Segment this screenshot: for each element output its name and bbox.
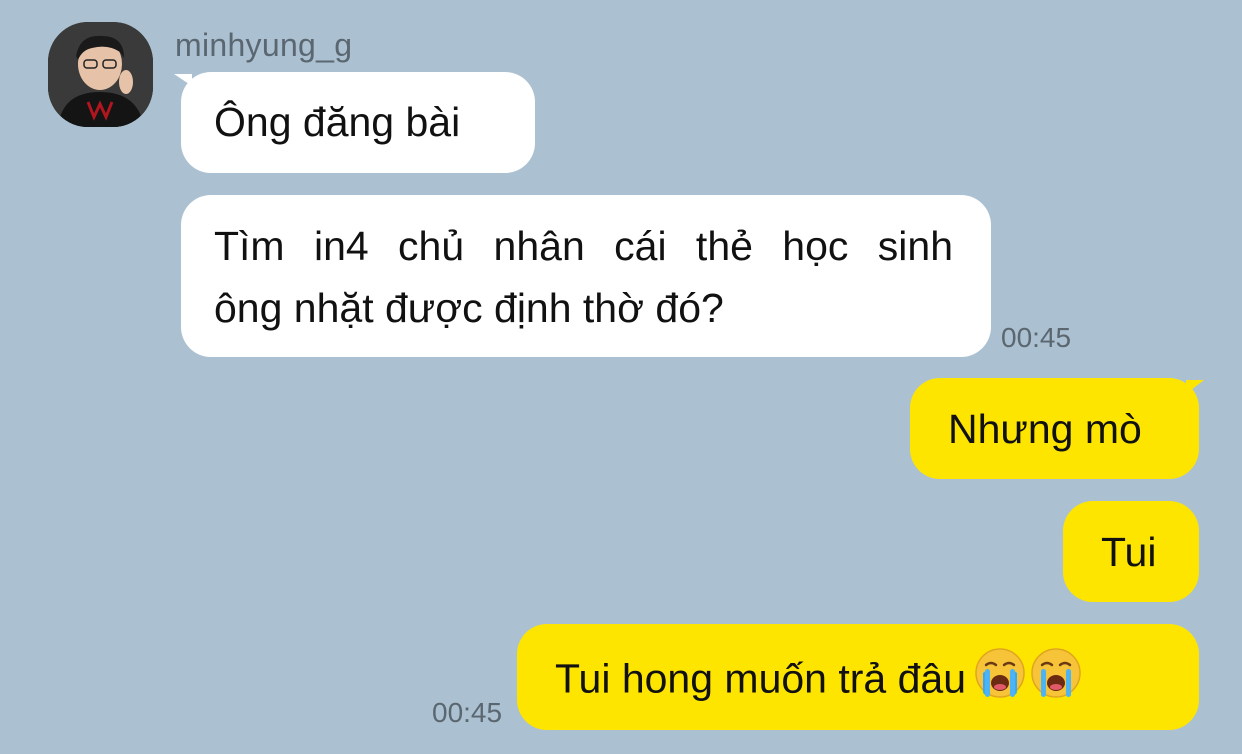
sender-avatar[interactable]: [48, 22, 153, 127]
outgoing-message-bubble[interactable]: Tui: [1063, 501, 1199, 602]
crying-face-icon: [1030, 647, 1082, 716]
message-text: Tui hong muốn trả đâu: [555, 655, 967, 702]
message-text-line: Tìm in4 chủ nhân cái thẻ học sinh: [214, 223, 953, 269]
message-timestamp: 00:45: [432, 697, 503, 728]
chat-window: minhyung_g Ông đăng bài Tìm in4 chủ nhân…: [0, 0, 1242, 754]
message-text-line: ông nhặt được định thờ đó?: [214, 285, 724, 331]
message-text: Ông đăng bài: [214, 99, 461, 145]
incoming-message-bubble[interactable]: Tìm in4 chủ nhân cái thẻ học sinh ông nh…: [181, 195, 991, 357]
outgoing-message-bubble[interactable]: Nhưng mò: [910, 378, 1199, 479]
message-timestamp: 00:45: [1001, 322, 1072, 353]
message-text: Tui: [1101, 529, 1157, 575]
sender-name[interactable]: minhyung_g: [175, 27, 352, 64]
outgoing-message-bubble[interactable]: Tui hong muốn trả đâu: [517, 624, 1199, 730]
incoming-message-bubble[interactable]: Ông đăng bài: [181, 72, 535, 173]
crying-face-icon: [974, 647, 1026, 716]
emoji-group: [974, 647, 1082, 716]
message-text: Nhưng mò: [948, 406, 1142, 452]
